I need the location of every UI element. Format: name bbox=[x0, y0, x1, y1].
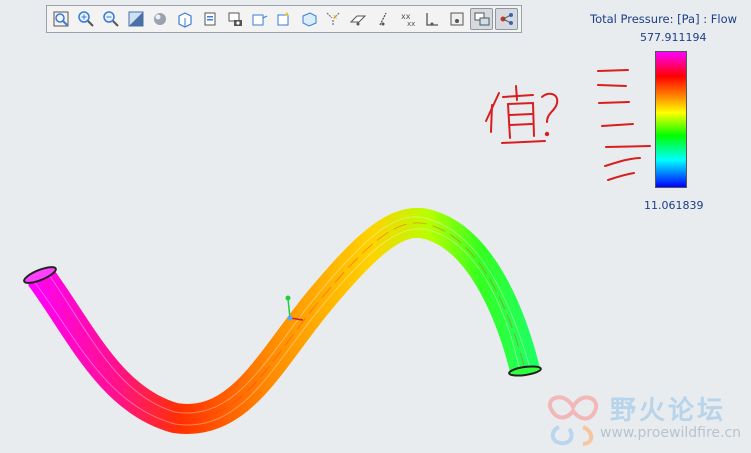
legend-min-value: 11.061839 bbox=[644, 199, 704, 212]
viewport[interactable] bbox=[0, 0, 751, 453]
legend-colorbar bbox=[655, 51, 687, 188]
legend-max-value: 577.911194 bbox=[640, 31, 707, 44]
streamline bbox=[32, 228, 521, 426]
pipe-flow-result[interactable] bbox=[27, 207, 540, 434]
forum-watermark-name: 野火论坛 bbox=[610, 396, 727, 426]
forum-watermark-url: www.proewildfire.cn bbox=[600, 425, 742, 441]
handwritten-annotation bbox=[485, 69, 651, 181]
forum-logo-icon bbox=[547, 395, 599, 446]
legend-title: Total Pressure: [Pa] : Flow bbox=[590, 12, 738, 26]
